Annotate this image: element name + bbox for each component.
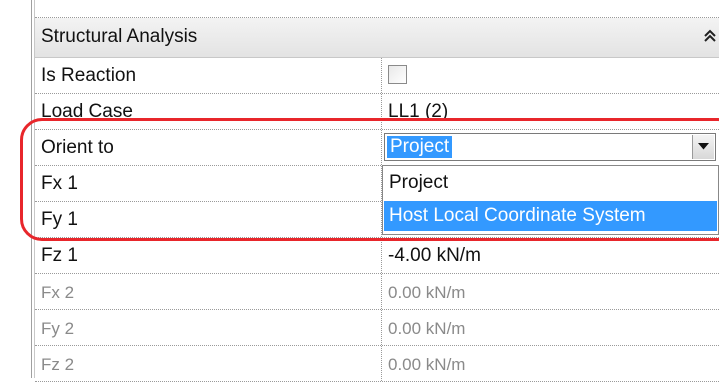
- column-divider: [381, 58, 382, 93]
- property-row-fx2: Fx 2 0.00 kN/m: [35, 274, 719, 310]
- property-label: Fz 1: [41, 245, 78, 266]
- column-divider: [381, 310, 382, 345]
- column-divider: [381, 94, 382, 129]
- orient-to-selected-value: Project: [387, 136, 453, 158]
- properties-panel: Structural Analysis Is Reaction Load Cas…: [35, 18, 719, 382]
- column-divider: [381, 274, 382, 309]
- property-label: Load Case: [41, 101, 133, 122]
- property-row-orient-to: Orient to Project: [35, 130, 719, 166]
- fy2-value: 0.00 kN/m: [388, 319, 466, 338]
- column-divider: [381, 130, 382, 165]
- property-label: Orient to: [41, 137, 114, 158]
- chevron-down-icon: [698, 143, 709, 150]
- section-title: Structural Analysis: [41, 26, 198, 47]
- orient-to-select[interactable]: Project: [384, 133, 716, 161]
- left-border: [31, 0, 32, 378]
- orient-to-dropdown-list: Project Host Local Coordinate System: [382, 165, 719, 235]
- property-label: Fy 1: [41, 209, 78, 230]
- property-row-fy2: Fy 2 0.00 kN/m: [35, 310, 719, 346]
- load-case-value[interactable]: LL1 (2): [388, 101, 448, 123]
- property-row-fz1: Fz 1 -4.00 kN/m: [35, 238, 719, 274]
- property-row-is-reaction: Is Reaction: [35, 58, 719, 94]
- dropdown-option-host-local-coordinate-system[interactable]: Host Local Coordinate System: [384, 201, 717, 231]
- dropdown-option-project[interactable]: Project: [384, 168, 717, 198]
- property-label: Fz 2: [41, 355, 75, 374]
- dropdown-arrow-button[interactable]: [692, 135, 714, 159]
- fz1-value[interactable]: -4.00 kN/m: [388, 245, 481, 267]
- section-header-structural-analysis[interactable]: Structural Analysis: [35, 18, 719, 58]
- column-divider: [381, 238, 382, 273]
- property-label: Is Reaction: [41, 65, 137, 86]
- fx2-value: 0.00 kN/m: [388, 283, 466, 302]
- property-label: Fx 1: [41, 173, 78, 194]
- column-divider: [381, 346, 382, 381]
- property-label: Fy 2: [41, 319, 75, 338]
- fz2-value: 0.00 kN/m: [388, 355, 466, 374]
- left-margin: [0, 0, 30, 378]
- property-row-fz2: Fz 2 0.00 kN/m: [35, 346, 719, 382]
- property-row-load-case: Load Case LL1 (2): [35, 94, 719, 130]
- is-reaction-checkbox[interactable]: [388, 65, 407, 84]
- double-chevron-up-icon[interactable]: [703, 28, 717, 44]
- property-label: Fx 2: [41, 283, 75, 302]
